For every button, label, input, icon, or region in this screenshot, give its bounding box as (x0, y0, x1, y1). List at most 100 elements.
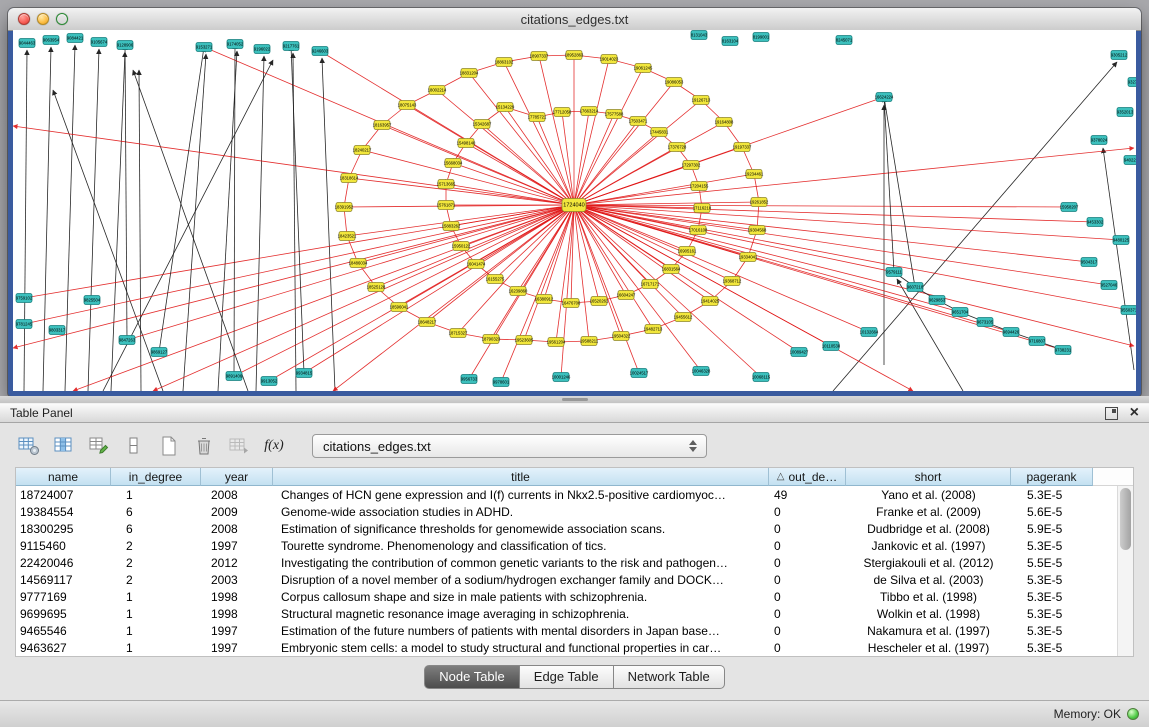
network-node[interactable]: 15498140 (457, 139, 476, 148)
network-node[interactable]: 18790323 (482, 335, 501, 344)
new-document-button[interactable] (156, 434, 182, 458)
network-node[interactable]: 17712056 (553, 108, 572, 117)
network-node[interactable]: 9105674 (91, 38, 108, 47)
import-table-button[interactable] (226, 434, 252, 458)
network-node[interactable]: 9694426 (1003, 328, 1020, 337)
column-header-year[interactable]: year (201, 468, 273, 486)
network-node[interactable]: 9956733 (461, 375, 478, 384)
network-node[interactable]: 17016108 (689, 226, 708, 235)
network-node[interactable]: 18596041 (390, 303, 409, 312)
network-node[interactable]: 9174052 (227, 40, 244, 49)
network-node[interactable]: 8245071 (836, 36, 853, 45)
network-node[interactable]: 19086053 (665, 78, 684, 87)
network-node[interactable]: 9825504 (84, 296, 101, 305)
table-row[interactable]: 1830029562008Estimation of significance … (16, 520, 1118, 537)
network-node[interactable]: 9305212 (1111, 51, 1128, 60)
network-node[interactable]: 9327414 (1128, 78, 1136, 87)
network-node[interactable]: 19261852 (750, 198, 769, 207)
network-node[interactable]: 19197337 (733, 143, 752, 152)
network-node[interactable]: 9738231 (1055, 346, 1072, 355)
table-scrollbar[interactable] (1117, 486, 1133, 656)
network-node[interactable]: 9504317 (1081, 258, 1098, 267)
network-node[interactable]: 19334041 (739, 253, 758, 262)
network-node[interactable]: 9128906 (117, 41, 134, 50)
zoom-window-button[interactable] (56, 13, 68, 25)
network-node[interactable]: 9716807 (1029, 337, 1046, 346)
close-panel-icon[interactable]: × (1130, 407, 1139, 419)
network-window-titlebar[interactable]: citations_edges.txt (8, 8, 1141, 31)
table-row[interactable]: 911546021997Tourette syndrome. Phenomeno… (16, 537, 1118, 554)
network-node[interactable]: 9378024 (1091, 136, 1108, 145)
network-node[interactable]: 18831204 (460, 69, 479, 78)
network-node[interactable]: 18163957 (373, 121, 392, 130)
network-node[interactable]: 15134229 (496, 103, 515, 112)
network-node[interactable]: 15342687 (473, 120, 492, 129)
minimize-window-button[interactable] (37, 13, 49, 25)
network-canvas[interactable]: 1724040151342291534268715498140156680341… (13, 30, 1136, 391)
table-mode-button[interactable] (16, 434, 42, 458)
network-node[interactable]: 17785721 (528, 113, 547, 122)
network-node[interactable]: 9869127 (151, 348, 168, 357)
table-row[interactable]: 1456911722003Disruption of a novel membe… (16, 571, 1118, 588)
network-node[interactable]: 9629853 (929, 296, 946, 305)
network-node[interactable]: 16831564 (662, 265, 681, 274)
network-node[interactable]: 18318614 (340, 174, 359, 183)
network-node[interactable]: 16380912 (535, 295, 554, 304)
network-node[interactable]: 9044463 (19, 39, 36, 48)
network-node[interactable]: 9934815 (296, 369, 313, 378)
tab-edge-table[interactable]: Edge Table (520, 665, 614, 689)
network-node[interactable]: 16239860 (509, 287, 528, 296)
network-node[interactable]: 17577588 (605, 110, 624, 119)
network-node[interactable]: 18423521 (338, 232, 357, 241)
network-node[interactable]: 19014023 (600, 55, 619, 64)
network-node[interactable]: 9527046 (1101, 281, 1118, 290)
table-row[interactable]: 977716911998Corpus callosum shape and si… (16, 588, 1118, 605)
network-node[interactable]: 17445831 (650, 128, 669, 137)
column-header-name[interactable]: name (16, 468, 111, 486)
network-node[interactable]: 17376728 (668, 143, 687, 152)
network-node[interactable]: 19368712 (723, 277, 742, 286)
network-node[interactable]: 16905161 (678, 247, 697, 256)
network-node[interactable]: 18952863 (565, 51, 584, 60)
network-node[interactable]: 9759102 (16, 294, 33, 303)
scrollbar-thumb[interactable] (1120, 488, 1131, 550)
table-row[interactable]: 946362711997Embryonic stem cells: a mode… (16, 639, 1118, 656)
network-node[interactable]: 16624224 (875, 93, 894, 102)
network-node[interactable]: 10024517 (630, 369, 649, 378)
table-row[interactable]: 1938455462009Genome-wide association stu… (16, 503, 1118, 520)
network-node[interactable]: 16604247 (617, 291, 636, 300)
network-node[interactable]: 18715327 (449, 329, 468, 338)
network-node[interactable]: 9847263 (119, 336, 136, 345)
table-row[interactable]: 946554611997Estimation of the future num… (16, 622, 1118, 639)
network-node[interactable]: 19304568 (748, 226, 767, 235)
network-node[interactable]: 15883262 (442, 222, 461, 231)
network-node[interactable]: 8199001 (753, 33, 770, 42)
network-node[interactable]: 17297302 (682, 161, 701, 170)
row-height-button[interactable] (121, 434, 147, 458)
tab-network-table[interactable]: Network Table (614, 665, 725, 689)
network-node[interactable]: 9913052 (261, 377, 278, 386)
network-node[interactable]: 9673105 (977, 318, 994, 327)
panel-splitter[interactable] (0, 396, 1149, 403)
network-node[interactable]: 9651704 (952, 308, 969, 317)
network-node[interactable]: 17116210 (693, 204, 712, 213)
network-node[interactable]: 9550371 (1121, 306, 1136, 315)
network-node[interactable]: 15713665 (437, 180, 456, 189)
network-node[interactable]: 18391952 (335, 203, 354, 212)
network-node[interactable]: 9978601 (493, 378, 510, 387)
function-builder-button[interactable]: f(x) (261, 434, 287, 458)
network-node[interactable]: 19588211 (580, 337, 599, 346)
network-node[interactable]: 10132664 (860, 328, 879, 337)
network-node[interactable]: 19414025 (701, 297, 720, 306)
network-node[interactable]: 10068115 (752, 373, 771, 382)
network-node[interactable]: 15668034 (444, 159, 463, 168)
column-header-short[interactable]: short (846, 468, 1011, 486)
network-node[interactable]: 18002214 (428, 86, 447, 95)
network-node[interactable]: 9891406 (226, 372, 243, 381)
network-node[interactable]: 9196022 (254, 45, 271, 54)
network-node[interactable]: 18525128 (367, 283, 386, 292)
network-node[interactable]: 19164808 (715, 118, 734, 127)
column-header-in-degree[interactable]: in_degree (111, 468, 201, 486)
network-node[interactable]: 9402211 (1124, 156, 1136, 165)
network-node[interactable]: 18648217 (418, 318, 437, 327)
